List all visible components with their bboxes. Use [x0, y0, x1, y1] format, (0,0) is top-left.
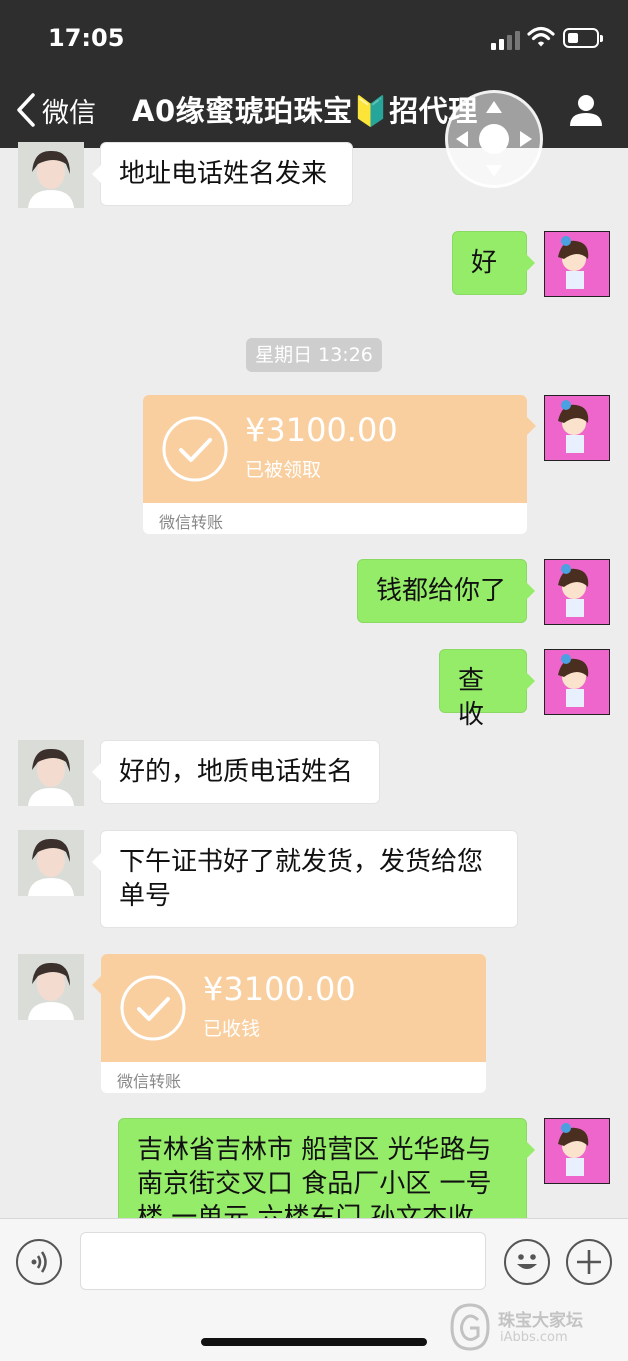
voice-button[interactable]: [16, 1239, 62, 1285]
my-avatar[interactable]: [543, 558, 611, 626]
transfer-card[interactable]: ¥3100.00 已被领取 微信转账: [143, 395, 536, 534]
contact-avatar[interactable]: [18, 954, 84, 1020]
watermark-logo-icon: [450, 1303, 490, 1351]
my-avatar[interactable]: [543, 394, 611, 462]
timestamp-chip: 星期日 13:26: [246, 338, 382, 372]
chevron-left-icon: [17, 93, 35, 127]
wifi-icon: [527, 26, 555, 47]
more-button[interactable]: [566, 1239, 612, 1285]
plus-icon: [577, 1250, 601, 1274]
my-avatar[interactable]: [543, 1117, 611, 1185]
home-indicator: [201, 1338, 427, 1346]
watermark-text: 珠宝大家坛: [498, 1311, 583, 1331]
checkmark-circle-icon: [162, 416, 228, 482]
status-time: 17:05: [48, 24, 125, 52]
message-bubble[interactable]: 钱都给你了: [357, 559, 535, 623]
message-bubble[interactable]: 下午证书好了就发货，发货给您单号: [92, 830, 518, 928]
emoji-icon: [517, 1254, 537, 1269]
my-avatar[interactable]: [543, 230, 611, 298]
watermark-subtext: iAbbs.com: [500, 1330, 568, 1345]
message-bubble[interactable]: 查收: [439, 649, 535, 730]
transfer-amount: ¥3100.00: [203, 970, 356, 1008]
message-bubble[interactable]: 好的，地质电话姓名: [92, 740, 380, 804]
contact-avatar[interactable]: [18, 830, 84, 896]
contact-avatar[interactable]: [18, 740, 84, 806]
transfer-amount: ¥3100.00: [245, 411, 398, 449]
message-input[interactable]: [80, 1232, 486, 1290]
battery-icon: [563, 28, 603, 48]
cellular-signal-icon: [491, 30, 521, 50]
back-button[interactable]: 微信: [14, 88, 96, 132]
back-label: 微信: [42, 97, 96, 129]
watermark: 珠宝大家坛 iAbbs.com: [448, 1302, 624, 1356]
dpad-icon: [456, 101, 532, 177]
transfer-label: 微信转账: [159, 513, 224, 532]
assistive-touch-button[interactable]: [445, 90, 543, 188]
contact-avatar[interactable]: [18, 142, 84, 208]
emoji-button[interactable]: [504, 1239, 550, 1285]
transfer-card[interactable]: ¥3100.00 已收钱 微信转账: [92, 954, 486, 1093]
my-avatar[interactable]: [543, 648, 611, 716]
chat-title: A0缘蜜琥珀珠宝🔰招代理: [132, 94, 478, 128]
transfer-status: 已被领取: [245, 459, 322, 481]
profile-icon[interactable]: [568, 92, 604, 128]
message-bubble[interactable]: 好: [452, 231, 535, 295]
message-bubble[interactable]: 地址电话姓名发来: [92, 142, 353, 206]
voice-icon: [31, 1251, 47, 1273]
transfer-status: 已收钱: [203, 1018, 261, 1040]
transfer-label: 微信转账: [117, 1072, 182, 1091]
checkmark-circle-icon: [120, 975, 186, 1041]
